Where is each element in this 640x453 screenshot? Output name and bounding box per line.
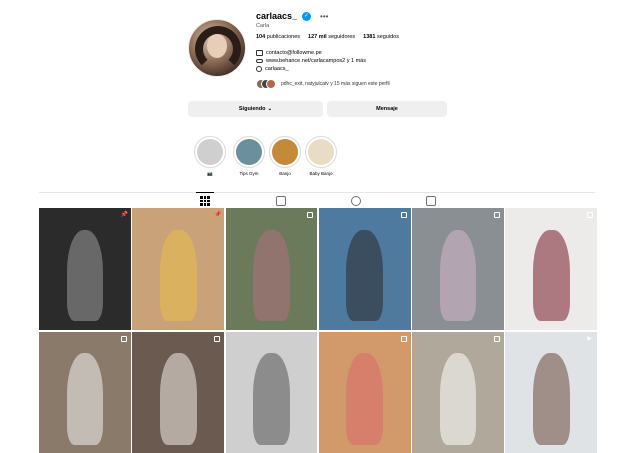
highlight-ring: [269, 136, 301, 168]
posts-grid: 📌 📌 ▶: [39, 208, 598, 453]
more-options-icon[interactable]: •••: [320, 12, 328, 21]
carousel-icon: [587, 212, 594, 218]
link-line[interactable]: www.behance.net/carlacampos2 y 1 más: [256, 58, 366, 64]
username: carlaacs_: [256, 11, 298, 21]
post-thumbnail[interactable]: [225, 331, 318, 453]
highlight-ring: [194, 136, 226, 168]
post-figure: [159, 229, 197, 322]
carousel-icon: [493, 335, 500, 342]
followed-by-text: pdhc_exit, natyjulcatv y 15 más siguen e…: [281, 81, 390, 87]
post-thumbnail[interactable]: [39, 331, 131, 453]
contact-line[interactable]: contacto@followme.pe: [256, 50, 322, 56]
mutual-avatars: [256, 79, 276, 89]
highlight-label: 📷: [207, 171, 213, 176]
stat-following[interactable]: 1381 seguidos: [363, 34, 399, 40]
contact-email: contacto@followme.pe: [266, 50, 322, 56]
post-thumbnail[interactable]: [318, 331, 411, 453]
post-figure: [253, 353, 290, 445]
reel-icon: ▶: [587, 335, 592, 342]
pinned-icon: 📌: [214, 212, 222, 218]
threads-line[interactable]: carlaacs_: [256, 66, 289, 72]
mail-icon: [256, 50, 263, 56]
post-figure: [66, 353, 104, 445]
highlight-label: Banjo: [279, 171, 291, 176]
chevron-down-icon: ⌄: [267, 106, 273, 112]
profile-tabs: [39, 192, 595, 208]
highlight-ring: [305, 136, 337, 168]
post-figure: [439, 229, 477, 322]
followed-by[interactable]: pdhc_exit, natyjulcatv y 15 más siguen e…: [256, 79, 390, 89]
post-thumbnail[interactable]: ▶: [505, 331, 598, 453]
following-button[interactable]: Siguiendo ⌄: [188, 101, 323, 117]
message-button[interactable]: Mensaje: [327, 101, 447, 117]
story-highlights: 📷 Tips Gym Banjo Baby Banjo: [0, 136, 640, 181]
highlight-item[interactable]: Tips Gym: [231, 136, 267, 176]
highlight-label: Tips Gym: [239, 171, 259, 176]
highlight-cover: [197, 139, 223, 165]
post-figure: [533, 353, 570, 445]
username-row: carlaacs_ ✓ •••: [256, 11, 328, 21]
repost-icon[interactable]: [351, 196, 361, 206]
mutual-avatar: [266, 79, 276, 89]
highlight-item[interactable]: Banjo: [267, 136, 303, 176]
post-figure: [533, 229, 570, 322]
carousel-icon: [214, 335, 221, 342]
post-figure: [439, 353, 477, 445]
carousel-icon: [120, 335, 127, 342]
post-thumbnail[interactable]: 📌: [132, 208, 225, 330]
carousel-icon: [493, 212, 500, 218]
active-tab-indicator: [196, 192, 214, 193]
link-icon: [256, 59, 263, 63]
reels-icon[interactable]: [276, 196, 286, 206]
post-figure: [66, 229, 104, 322]
post-figure: [346, 353, 384, 445]
post-thumbnail[interactable]: [225, 208, 318, 330]
post-thumbnail[interactable]: 📌: [39, 208, 131, 330]
profile-stats: 104 publicaciones 127 mil seguidores 138…: [256, 34, 399, 40]
message-label: Mensaje: [376, 106, 398, 112]
post-thumbnail[interactable]: [412, 208, 504, 330]
profile-header: carlaacs_ ✓ ••• Carla 104 publicaciones …: [0, 0, 640, 125]
stat-posts: 104 publicaciones: [256, 34, 301, 40]
profile-link: www.behance.net/carlacampos2 y 1 más: [266, 58, 366, 64]
highlight-cover: [236, 139, 262, 165]
threads-handle: carlaacs_: [265, 66, 289, 72]
profile-avatar[interactable]: [188, 19, 246, 77]
highlight-cover: [272, 139, 298, 165]
full-name: Carla: [256, 23, 270, 29]
post-thumbnail[interactable]: [132, 331, 225, 453]
avatar-face: [207, 34, 227, 58]
post-thumbnail[interactable]: [505, 208, 598, 330]
posts-grid-icon[interactable]: [200, 196, 210, 206]
highlight-ring: [233, 136, 265, 168]
stat-followers[interactable]: 127 mil seguidores: [308, 34, 355, 40]
carousel-icon: [400, 212, 407, 218]
highlight-cover: [308, 139, 334, 165]
post-thumbnail[interactable]: [318, 208, 411, 330]
highlight-item[interactable]: 📷: [192, 136, 228, 177]
highlight-label: Baby Banjo: [309, 171, 333, 176]
carousel-icon: [400, 335, 407, 342]
post-thumbnail[interactable]: [412, 331, 504, 453]
carousel-icon: [307, 212, 314, 218]
pinned-icon: 📌: [120, 212, 129, 218]
following-label: Siguiendo: [238, 106, 266, 112]
post-figure: [159, 353, 197, 445]
verified-icon: ✓: [302, 11, 312, 21]
threads-icon: [256, 66, 262, 72]
tagged-icon[interactable]: [426, 196, 436, 206]
post-figure: [253, 229, 290, 322]
post-figure: [346, 229, 384, 322]
highlight-item[interactable]: Baby Banjo: [303, 136, 339, 176]
